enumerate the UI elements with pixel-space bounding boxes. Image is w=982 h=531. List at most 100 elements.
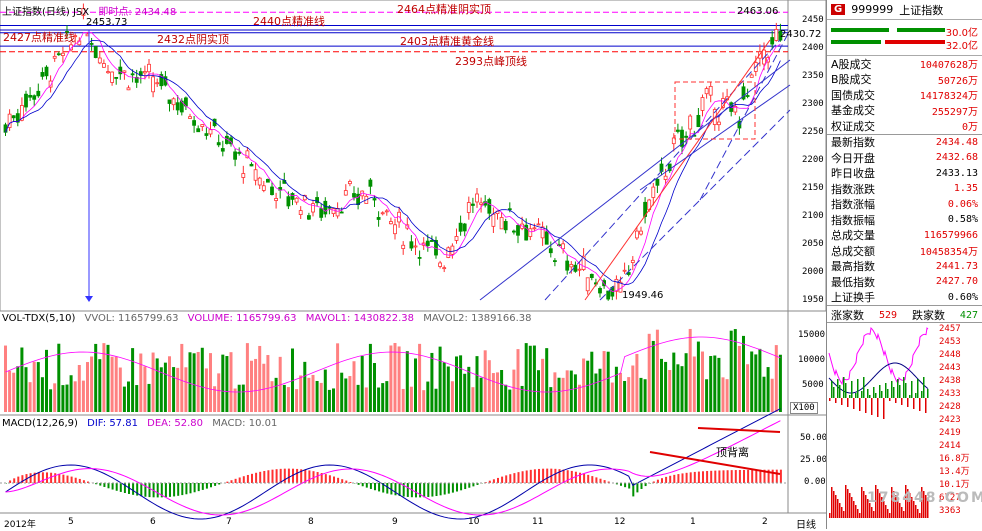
- candle: [111, 72, 114, 82]
- macd-bar: [276, 469, 278, 483]
- volume-bar: [492, 373, 495, 412]
- macd-bar: [501, 477, 503, 483]
- vol-vvol: VVOL: 1165799.63: [85, 313, 179, 324]
- info-row: 国债成交14178324万: [827, 87, 982, 103]
- index-stats-list: 最新指数2434.48今日开盘2432.68昨日收盘2433.13指数涨跌1.3…: [827, 135, 982, 306]
- price-tick: 2150: [802, 183, 824, 193]
- volume-bar: [767, 367, 770, 412]
- mini-bar: [889, 398, 891, 401]
- dea-line: [6, 421, 781, 515]
- volume-bar: [607, 352, 610, 412]
- volume-bar: [119, 368, 122, 412]
- volume-bar: [640, 378, 643, 412]
- volume-bar: [754, 354, 757, 412]
- candle: [623, 270, 626, 271]
- volume-bar: [357, 385, 360, 412]
- price-tick: 2000: [802, 267, 824, 277]
- candle: [750, 75, 753, 77]
- date-tick: 2012年: [4, 517, 36, 530]
- volume-bar: [553, 372, 556, 412]
- info-value: 2432.68: [936, 152, 978, 163]
- candle: [250, 164, 253, 166]
- candle: [430, 240, 433, 241]
- info-value: 255297万: [932, 103, 978, 118]
- info-value: 0.58%: [948, 214, 978, 225]
- macd-dea: DEA: 52.80: [147, 418, 203, 429]
- macd-value: MACD: 10.01: [212, 418, 277, 429]
- mini-vol-bar: [873, 511, 875, 518]
- macd-bar: [714, 471, 716, 483]
- vol-tick-5000: 5000: [802, 380, 824, 390]
- candle: [324, 201, 327, 214]
- macd-bar: [440, 483, 442, 495]
- macd-bar: [415, 483, 417, 497]
- volume-bar: [488, 360, 491, 412]
- macd-bar: [600, 479, 602, 483]
- volume-bar: [709, 356, 712, 412]
- candle: [529, 229, 532, 237]
- volume-bar: [98, 359, 101, 412]
- ma-line: [6, 40, 781, 284]
- candle: [41, 72, 44, 76]
- stock-code: 999999: [851, 3, 893, 16]
- macd-bar: [669, 476, 671, 483]
- volume-bar: [558, 378, 561, 412]
- macd-bar: [190, 483, 192, 493]
- volume-bar: [435, 389, 438, 412]
- mini-vol-bar: [837, 499, 839, 518]
- volume-bar: [705, 379, 708, 412]
- macd-bar: [13, 478, 15, 483]
- bar-bottom-value: 32.0亿: [946, 37, 978, 52]
- mini-bar: [923, 377, 925, 398]
- volume-bar: [529, 346, 532, 412]
- volume-bar: [627, 377, 630, 412]
- volume-bar: [373, 363, 376, 412]
- volume-bar: [8, 371, 11, 412]
- date-tick: 10: [468, 517, 479, 527]
- macd-bar: [661, 478, 663, 483]
- macd-bar: [739, 470, 741, 483]
- macd-bar: [665, 477, 667, 483]
- candle: [500, 217, 503, 228]
- candle: [320, 209, 323, 218]
- volume-bar: [78, 365, 81, 412]
- volume-bar: [623, 381, 626, 412]
- volume-bar: [635, 354, 638, 412]
- info-row: 指数涨跌1.35: [827, 181, 982, 197]
- candle: [266, 179, 269, 182]
- mini-vol-bar: [855, 505, 857, 518]
- candle: [566, 261, 569, 270]
- volume-bar: [271, 381, 274, 412]
- volume-bar: [324, 370, 327, 412]
- volume-bar: [648, 334, 651, 412]
- volume-bar: [131, 348, 134, 412]
- volume-bar: [746, 364, 749, 412]
- chart-canvas[interactable]: [0, 0, 826, 529]
- vol-mavol2: MAVOL2: 1389166.38: [423, 313, 531, 324]
- mini-bar: [851, 381, 853, 398]
- price-tick: 2050: [802, 239, 824, 249]
- candle: [262, 186, 265, 191]
- macd-bar: [575, 472, 577, 483]
- mini-vol-bar: [829, 513, 831, 518]
- volume-bar: [348, 376, 351, 412]
- mini-vol-bar: [919, 513, 921, 518]
- vol-mavol1: MAVOL1: 1430822.38: [306, 313, 414, 324]
- volume-bar: [471, 387, 474, 412]
- macd-bar: [718, 470, 720, 483]
- mini-bar: [873, 387, 875, 398]
- candle: [463, 224, 466, 231]
- candle: [439, 263, 442, 267]
- price-tick: 2100: [802, 211, 824, 221]
- candle: [61, 53, 64, 55]
- mini-tick: 3363: [939, 506, 961, 516]
- volume-bar: [603, 351, 606, 412]
- info-row: 最高指数2441.73: [827, 259, 982, 275]
- mini-bar: [901, 398, 903, 405]
- amount-bars: 30.0亿 32.0亿: [827, 20, 982, 56]
- candle: [631, 260, 634, 262]
- mini-vol-bar: [853, 501, 855, 518]
- candle: [107, 72, 110, 73]
- code-badge: G: [831, 4, 845, 15]
- candle: [512, 231, 515, 232]
